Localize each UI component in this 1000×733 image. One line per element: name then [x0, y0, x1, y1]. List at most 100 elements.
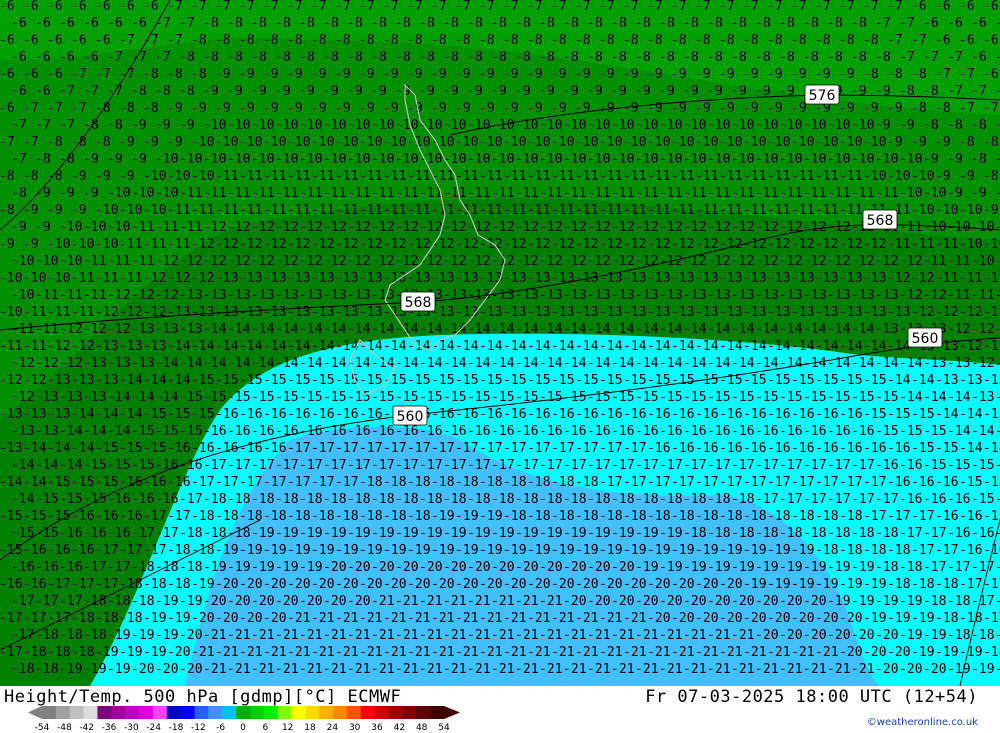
temp-value: -13	[0, 441, 23, 456]
temp-value: -21	[419, 662, 442, 677]
temp-value: -11	[239, 169, 262, 184]
temp-value: -16	[119, 509, 142, 524]
temp-value: -12	[251, 254, 274, 269]
temp-value: -17	[911, 509, 934, 524]
temp-value: -18	[923, 594, 946, 609]
temp-value: -17	[299, 458, 322, 473]
temp-value: -6	[983, 67, 999, 82]
temp-value: -18	[719, 509, 742, 524]
temp-value: -8	[107, 118, 123, 133]
temp-value: -7	[695, 0, 711, 14]
temp-value: -10	[803, 152, 826, 167]
temp-value: -18	[803, 526, 826, 541]
temp-value: -20	[287, 577, 310, 592]
temp-value: -8	[767, 33, 783, 48]
temp-value: -14	[119, 407, 143, 422]
temp-value: -10	[299, 152, 322, 167]
temp-value: -14	[419, 356, 443, 371]
temp-value: -11	[935, 237, 958, 252]
temp-value: -21	[683, 628, 706, 643]
temp-value: -16	[719, 407, 742, 422]
temp-value: -17	[575, 441, 598, 456]
temp-value: -9	[947, 186, 963, 201]
temp-value: -21	[515, 628, 538, 643]
temp-value: -7	[155, 16, 171, 31]
temp-value: -18	[239, 509, 262, 524]
temp-value: -13	[431, 271, 454, 286]
temp-value: -8	[179, 50, 195, 65]
temp-value: -10	[899, 152, 922, 167]
temp-value: -11	[923, 254, 946, 269]
temp-value: -7	[239, 0, 255, 14]
temp-value: -15	[0, 509, 23, 524]
temp-value: -18	[887, 543, 910, 558]
temp-value: -8	[491, 16, 507, 31]
temp-value: -7	[143, 33, 159, 48]
temp-value: -14	[767, 339, 791, 354]
temp-value: -8	[0, 203, 15, 218]
temp-value: -7	[191, 0, 207, 14]
temp-value: -20	[887, 645, 910, 660]
temp-value: -8	[923, 118, 939, 133]
temp-value: -17	[431, 441, 454, 456]
temp-value: -8	[755, 16, 771, 31]
temp-value: -17	[563, 458, 586, 473]
temp-value: -19	[107, 628, 130, 643]
temp-value: -19	[839, 577, 862, 592]
temp-value: -7	[431, 0, 447, 14]
temp-value: -14	[203, 322, 227, 337]
temp-value: -7	[215, 0, 231, 14]
temp-value: -6	[23, 67, 39, 82]
temp-value: -12	[311, 237, 334, 252]
temp-value: -8	[95, 135, 111, 150]
temp-value: -21	[695, 645, 718, 660]
temp-value: -8	[983, 135, 999, 150]
credit-link[interactable]: ©weatheronline.co.uk	[867, 717, 978, 728]
temp-value: -13	[995, 390, 1000, 405]
temp-value: -10	[275, 118, 298, 133]
temp-value: -12	[515, 220, 538, 235]
temp-value: -9	[587, 84, 603, 99]
temp-value: -10	[611, 118, 634, 133]
temp-value: -12	[935, 305, 958, 320]
temp-value: -9	[887, 135, 903, 150]
temp-value: -6	[0, 0, 15, 14]
temp-value: -20	[479, 577, 502, 592]
temp-value: -8	[971, 152, 987, 167]
temp-value: -9	[491, 84, 507, 99]
temp-value: -21	[551, 645, 574, 660]
temp-value: -16	[959, 543, 982, 558]
temp-value: -14	[227, 322, 251, 337]
temp-value: -21	[263, 645, 286, 660]
temp-value: -13	[839, 271, 862, 286]
scale-tick-label: -42	[79, 723, 94, 731]
temp-value: -13	[683, 288, 706, 303]
temp-value: -18	[551, 509, 574, 524]
temp-value: -16	[671, 441, 694, 456]
temp-value: -9	[143, 135, 159, 150]
temp-value: -11	[359, 169, 382, 184]
temp-value: -16	[851, 424, 874, 439]
temp-value: -18	[839, 543, 862, 558]
temp-value: -13	[983, 373, 1000, 388]
temp-value: -20	[251, 594, 274, 609]
temp-value: -16	[887, 475, 910, 490]
temp-value: -10	[11, 254, 34, 269]
temp-value: -13	[23, 407, 46, 422]
temp-value: -9	[11, 220, 27, 235]
temp-value: -9	[503, 101, 519, 116]
temp-value: -16	[491, 424, 514, 439]
temp-value: -14	[875, 356, 899, 371]
temp-value: -12	[323, 254, 346, 269]
temp-value: -20	[347, 560, 370, 575]
temp-value: -21	[635, 628, 658, 643]
temp-value: -6	[11, 84, 27, 99]
temp-value: -11	[479, 203, 502, 218]
temp-value: -20	[719, 577, 742, 592]
temp-value: -15	[119, 441, 142, 456]
temp-value: -19	[227, 560, 250, 575]
temp-value: -8	[11, 186, 27, 201]
temp-value: -18	[383, 509, 406, 524]
temp-value: -16	[443, 424, 466, 439]
scale-swatch	[430, 706, 445, 719]
